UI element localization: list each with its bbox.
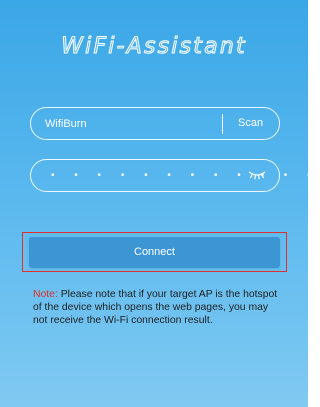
ssid-input[interactable] bbox=[45, 108, 215, 139]
note-label: Note: bbox=[33, 289, 58, 300]
scan-button[interactable]: Scan bbox=[238, 108, 263, 139]
note-text: Please note that if your target AP is th… bbox=[33, 289, 278, 326]
field-divider bbox=[222, 114, 224, 134]
app-title: WiFi-Assistant bbox=[61, 34, 247, 60]
connect-button[interactable]: Connect bbox=[29, 237, 280, 268]
ssid-field[interactable]: Scan bbox=[30, 107, 280, 140]
wifi-assistant-screen: WiFi-Assistant Scan • • • • • • • • • • … bbox=[0, 0, 308, 407]
password-input[interactable]: • • • • • • • • • • • • bbox=[51, 160, 308, 191]
connection-note: Note: Please note that if your target AP… bbox=[33, 288, 283, 327]
eye-closed-icon[interactable] bbox=[248, 169, 266, 181]
password-field[interactable]: • • • • • • • • • • • • bbox=[30, 159, 308, 192]
